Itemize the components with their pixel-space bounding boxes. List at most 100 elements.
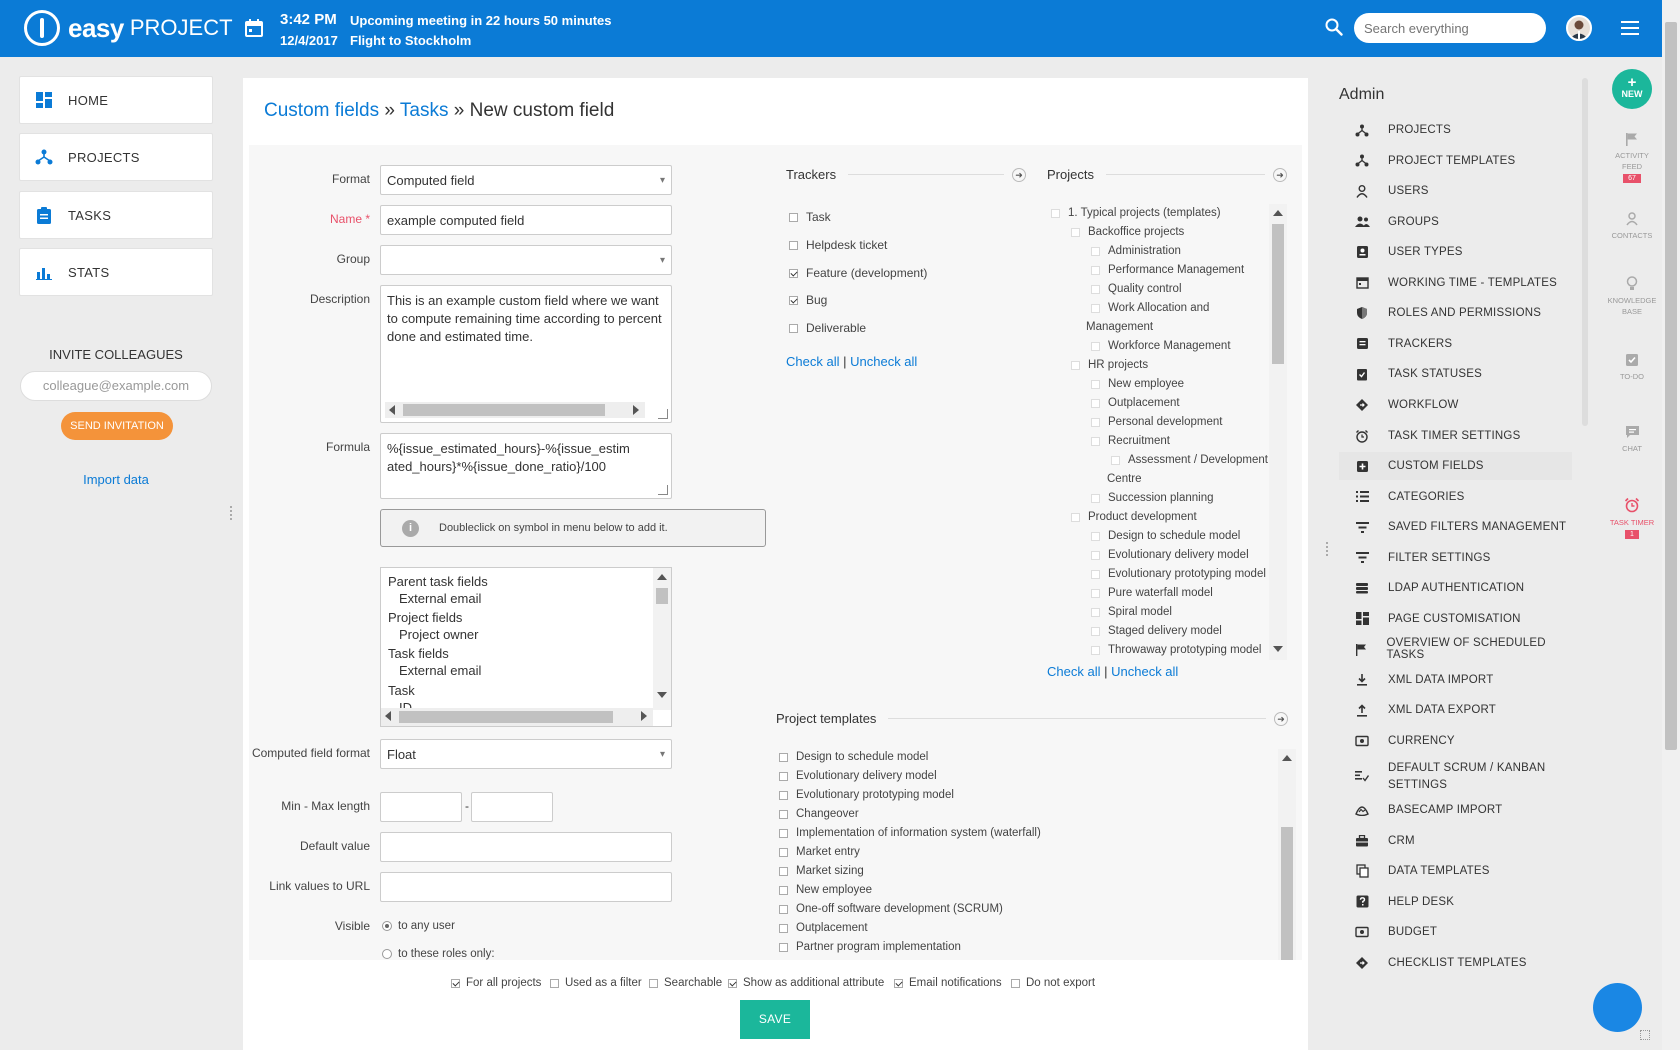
admin-item-filter-settings[interactable]: FILTER SETTINGS: [1339, 544, 1572, 572]
project-item[interactable]: Spiral model: [1091, 606, 1172, 618]
checkbox[interactable]: [779, 828, 788, 838]
template-item[interactable]: Market entry: [779, 846, 860, 858]
checkbox[interactable]: [779, 809, 788, 819]
formula-textarea[interactable]: %{issue_estimated_hours}-%{issue_estimat…: [380, 433, 672, 499]
admin-item-crm[interactable]: CRM: [1339, 827, 1572, 855]
scroll-right-icon[interactable]: [633, 405, 639, 415]
user-avatar[interactable]: [1566, 15, 1592, 41]
checkbox[interactable]: [779, 790, 788, 800]
name-input[interactable]: example computed field: [380, 205, 672, 235]
project-item[interactable]: Administration: [1091, 245, 1181, 257]
admin-item-project-templates[interactable]: PROJECT TEMPLATES: [1339, 147, 1572, 175]
admin-item-task-statuses[interactable]: TASK STATUSES: [1339, 360, 1572, 388]
checkbox[interactable]: [550, 978, 559, 988]
save-button[interactable]: SAVE: [740, 1000, 810, 1039]
nav-tasks[interactable]: TASKS: [19, 191, 213, 239]
checkbox[interactable]: [1011, 978, 1020, 988]
admin-item-checklist-templates[interactable]: CHECKLIST TEMPLATES: [1339, 949, 1572, 977]
rail-activity-feed[interactable]: ACTIVITY FEED 67: [1596, 132, 1668, 183]
upcoming-event[interactable]: Flight to Stockholm: [350, 33, 471, 48]
admin-item-basecamp-import[interactable]: BASECAMP IMPORT: [1339, 796, 1572, 824]
visible-roles-radio[interactable]: to these roles only:: [382, 948, 495, 960]
admin-item-user-types[interactable]: USER TYPES: [1339, 238, 1572, 266]
templates-list[interactable]: Design to schedule model Evolutionary de…: [776, 747, 1298, 960]
admin-item-groups[interactable]: GROUPS: [1339, 208, 1572, 236]
calendar-icon[interactable]: [244, 18, 264, 38]
scroll-left-icon[interactable]: [385, 711, 391, 721]
symbol-item[interactable]: Project owner: [399, 627, 478, 642]
computed-format-select[interactable]: Float ▾: [380, 739, 672, 769]
description-textarea[interactable]: This is an example custom field where we…: [380, 285, 672, 423]
admin-item-currency[interactable]: CURRENCY: [1339, 727, 1572, 755]
project-item[interactable]: Outplacement: [1091, 397, 1180, 409]
invite-email-input[interactable]: colleague@example.com: [20, 371, 212, 401]
breadcrumb-tasks[interactable]: Tasks: [400, 100, 449, 121]
tracker-item[interactable]: Helpdesk ticket: [789, 238, 887, 252]
admin-item-xml-data-import[interactable]: XML DATA IMPORT: [1339, 666, 1572, 694]
admin-item-data-templates[interactable]: DATA TEMPLATES: [1339, 857, 1572, 885]
hamburger-menu-icon[interactable]: [1621, 20, 1639, 36]
template-item[interactable]: Implementation of information system (wa…: [779, 827, 1041, 839]
project-item[interactable]: Assessment / Development: [1111, 454, 1268, 466]
min-length-input[interactable]: [380, 792, 462, 822]
group-select[interactable]: ▾: [380, 245, 672, 275]
checkbox[interactable]: [1071, 227, 1080, 237]
project-item[interactable]: Succession planning: [1091, 492, 1214, 504]
templates-vscrollbar-thumb[interactable]: [1281, 827, 1293, 960]
symbol-group[interactable]: Project fields: [388, 610, 462, 625]
checkbox-checked[interactable]: [789, 268, 798, 278]
project-item[interactable]: Backoffice projects: [1071, 226, 1184, 238]
checkbox[interactable]: [1091, 626, 1100, 636]
import-data-link[interactable]: Import data: [19, 472, 213, 487]
option-searchable[interactable]: Searchable: [649, 977, 722, 989]
admin-item-overview-of-scheduled-tasks[interactable]: OVERVIEW OF SCHEDULED TASKS: [1339, 635, 1572, 663]
admin-item-trackers[interactable]: TRACKERS: [1339, 330, 1572, 358]
new-button[interactable]: + NEW: [1612, 69, 1652, 109]
checkbox[interactable]: [1091, 550, 1100, 560]
symbol-item[interactable]: External email: [399, 663, 481, 678]
arrow-right-icon[interactable]: ➜: [1012, 167, 1026, 182]
checkbox[interactable]: [1091, 531, 1100, 541]
rail-contacts[interactable]: CONTACTS: [1596, 212, 1668, 241]
rail-knowledge-base[interactable]: KNOWLEDGE BASE: [1596, 276, 1668, 317]
project-item[interactable]: Product development: [1071, 511, 1197, 523]
checkbox[interactable]: [649, 978, 658, 988]
checkbox[interactable]: [1091, 398, 1100, 408]
checkbox[interactable]: [779, 847, 788, 857]
rail-task-timer[interactable]: TASK TIMER 1: [1596, 497, 1668, 539]
symbol-group[interactable]: Task fields: [388, 646, 449, 661]
project-item[interactable]: Pure waterfall model: [1091, 587, 1213, 599]
symbols-vscrollbar-thumb[interactable]: [656, 588, 668, 604]
projects-tree[interactable]: 1. Typical projects (templates) Backoffi…: [1045, 204, 1289, 660]
template-item[interactable]: One-off software development (SCRUM): [779, 903, 1003, 915]
projects-vscrollbar-thumb[interactable]: [1272, 224, 1284, 364]
link-url-input[interactable]: [380, 872, 672, 902]
visible-any-user-radio[interactable]: to any user: [382, 920, 455, 932]
fullscreen-icon[interactable]: [1640, 1030, 1650, 1040]
project-item[interactable]: Evolutionary prototyping model: [1091, 568, 1266, 580]
admin-item-help-desk[interactable]: HELP DESK: [1339, 888, 1572, 916]
checkbox[interactable]: [1091, 341, 1100, 351]
checkbox[interactable]: [1051, 208, 1060, 218]
template-item[interactable]: Evolutionary delivery model: [779, 770, 937, 782]
projects-check-all[interactable]: Check all: [1047, 664, 1100, 679]
checkbox[interactable]: [1111, 455, 1120, 465]
admin-scrollbar[interactable]: [1582, 78, 1588, 426]
checkbox[interactable]: [789, 323, 798, 333]
checkbox[interactable]: [1091, 607, 1100, 617]
project-item[interactable]: 1. Typical projects (templates): [1051, 207, 1221, 219]
symbols-hscrollbar[interactable]: [381, 708, 653, 726]
option-for-all-projects[interactable]: For all projects: [451, 977, 541, 989]
max-length-input[interactable]: [471, 792, 553, 822]
tracker-item[interactable]: Bug: [789, 293, 827, 307]
formula-symbols-list[interactable]: Parent task fields External email Projec…: [380, 567, 672, 727]
trackers-check-all[interactable]: Check all: [786, 354, 839, 369]
scroll-right-icon[interactable]: [641, 711, 647, 721]
scroll-up-icon[interactable]: [1273, 210, 1283, 216]
right-resize-handle[interactable]: [1326, 542, 1328, 556]
project-item[interactable]: Staged delivery model: [1091, 625, 1222, 637]
template-item[interactable]: New employee: [779, 884, 872, 896]
checkbox[interactable]: [1091, 569, 1100, 579]
option-show-additional-attribute[interactable]: Show as additional attribute: [728, 977, 884, 989]
admin-item-budget[interactable]: BUDGET: [1339, 918, 1572, 946]
